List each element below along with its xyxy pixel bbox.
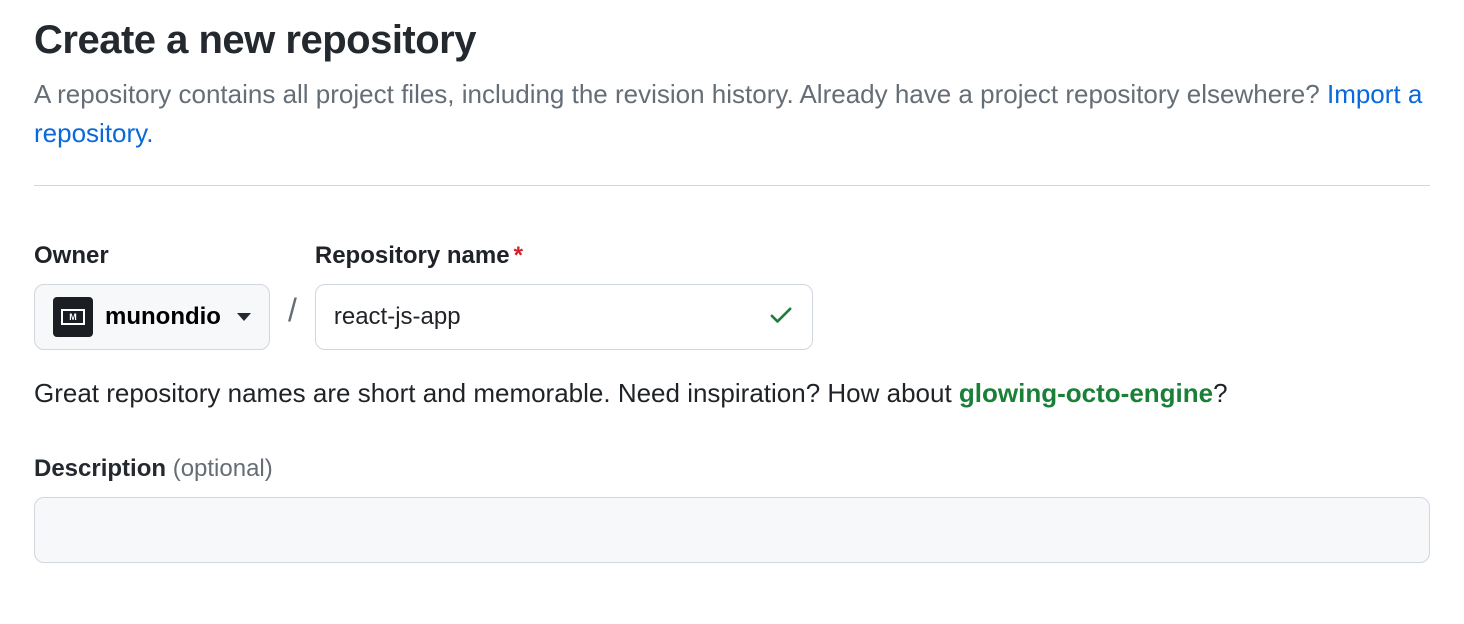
repo-name-suggestion-link[interactable]: glowing-octo-engine — [959, 378, 1213, 408]
owner-field-group: Owner M munondio — [34, 242, 270, 350]
repo-name-hint: Great repository names are short and mem… — [34, 374, 1430, 413]
page-title: Create a new repository — [34, 18, 1430, 63]
required-indicator: * — [514, 242, 523, 269]
description-input[interactable] — [34, 497, 1430, 563]
repo-name-field-group: Repository name* — [315, 242, 813, 350]
page-subheading: A repository contains all project files,… — [34, 75, 1430, 153]
caret-down-icon — [237, 313, 251, 321]
owner-selected-name: munondio — [105, 303, 221, 331]
repo-name-input-wrapper — [315, 284, 813, 350]
owner-label: Owner — [34, 242, 270, 270]
owner-avatar: M — [53, 297, 93, 337]
section-divider — [34, 185, 1430, 186]
hint-prefix: Great repository names are short and mem… — [34, 378, 959, 408]
repo-name-label-text: Repository name — [315, 242, 510, 269]
description-optional-text: (optional) — [173, 455, 273, 482]
repo-name-input[interactable] — [315, 284, 813, 350]
owner-repo-separator: / — [288, 284, 297, 350]
owner-repo-row: Owner M munondio / Repository name* — [34, 242, 1430, 350]
subheading-text: A repository contains all project files,… — [34, 79, 1327, 109]
owner-select-button[interactable]: M munondio — [34, 284, 270, 350]
hint-suffix: ? — [1213, 378, 1227, 408]
description-field-group: Description (optional) — [34, 455, 1430, 563]
description-label-text: Description — [34, 455, 173, 482]
repo-name-label: Repository name* — [315, 242, 813, 270]
description-label: Description (optional) — [34, 455, 1430, 483]
